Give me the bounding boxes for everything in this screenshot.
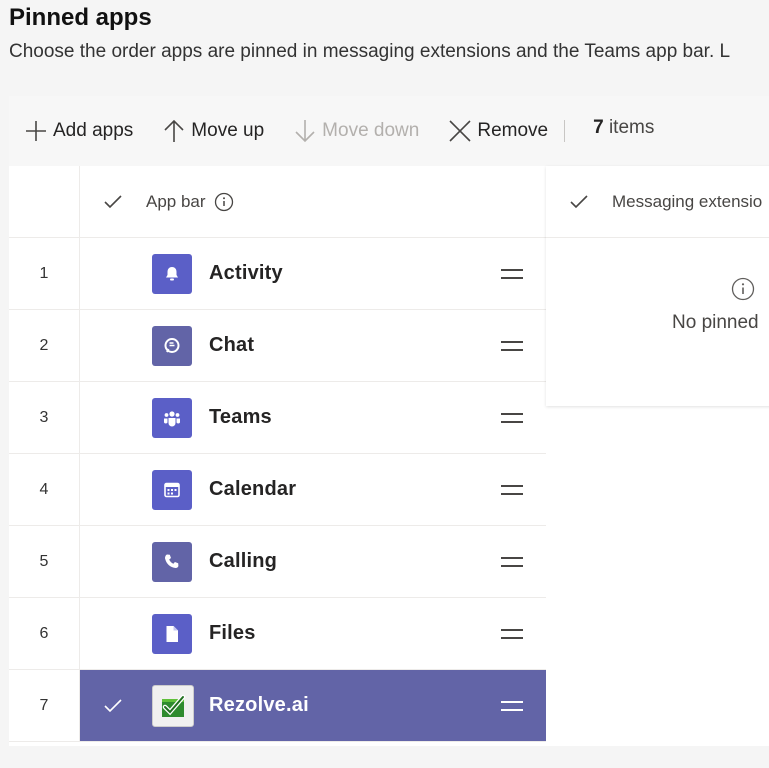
row-order-number: 4 [9, 454, 80, 525]
page-subtitle: Choose the order apps are pinned in mess… [9, 41, 731, 62]
app-bar-header: App bar [9, 166, 546, 238]
row-content[interactable]: Files [80, 598, 546, 669]
drag-handle-icon[interactable] [500, 409, 524, 427]
info-icon[interactable] [214, 192, 234, 212]
info-icon [731, 277, 755, 301]
table-row[interactable]: 4 Calendar [9, 454, 546, 526]
bell-icon [152, 253, 192, 294]
arrow-down-icon [295, 120, 315, 143]
app-name: Files [209, 622, 256, 644]
empty-state-text: No pinned [672, 312, 759, 333]
item-count: 7 items [593, 117, 654, 139]
table-row[interactable]: 6 Files [9, 598, 546, 670]
app-name: Calendar [209, 478, 297, 500]
row-checkmark-icon[interactable] [104, 698, 122, 713]
add-apps-button[interactable]: Add apps [25, 111, 133, 151]
app-name: Chat [209, 334, 255, 356]
app-bar-column-label: App bar [146, 191, 206, 211]
row-content[interactable]: Calling [80, 526, 546, 597]
app-name: Rezolve.ai [209, 694, 309, 716]
app-name: Calling [209, 550, 278, 572]
drag-handle-icon[interactable] [500, 481, 524, 499]
item-count-suffix: items [603, 117, 655, 138]
select-all-checkmark-icon[interactable] [104, 194, 122, 209]
teams-people-icon [152, 397, 192, 438]
move-up-label: Move up [191, 120, 265, 141]
phone-icon [152, 541, 192, 582]
app-bar-column-header[interactable]: App bar [80, 166, 234, 237]
rezolve-logo-icon [152, 684, 194, 727]
remove-button[interactable]: Remove [449, 111, 548, 151]
file-icon [152, 613, 192, 654]
toolbar-divider [564, 120, 566, 142]
calendar-icon [152, 469, 192, 510]
select-all-checkmark-icon[interactable] [570, 194, 588, 209]
row-order-number: 5 [9, 526, 80, 597]
drag-handle-icon[interactable] [500, 337, 524, 355]
app-bar-grid: App bar 1 Activity 2 Chat 3 Teams 4 Cale… [9, 166, 546, 742]
table-row[interactable]: 2 Chat [9, 310, 546, 382]
move-down-button[interactable]: Move down [294, 111, 419, 151]
move-down-label: Move down [322, 120, 420, 141]
order-column-header [9, 166, 80, 237]
row-content[interactable]: Chat [80, 310, 546, 381]
row-order-number: 1 [9, 238, 80, 309]
arrow-up-icon [164, 119, 184, 142]
app-name: Teams [209, 406, 272, 428]
messaging-extensions-panel: Messaging extensio No pinned [546, 166, 769, 406]
toolbar: Add apps Move up Move down Remove 7 item… [9, 96, 769, 167]
table-row[interactable]: 1 Activity [9, 238, 546, 310]
messaging-extensions-header[interactable]: Messaging extensio [546, 166, 769, 238]
row-content[interactable]: Calendar [80, 454, 546, 525]
messaging-extensions-column-label: Messaging extensio [612, 191, 763, 211]
drag-handle-icon[interactable] [500, 697, 524, 715]
page-title: Pinned apps [9, 4, 152, 31]
row-order-number: 2 [9, 310, 80, 381]
table-row[interactable]: 3 Teams [9, 382, 546, 454]
add-apps-label: Add apps [53, 120, 134, 141]
chat-bubble-icon [152, 325, 192, 366]
row-order-number: 6 [9, 598, 80, 669]
app-name: Activity [209, 262, 283, 284]
row-content[interactable]: Activity [80, 238, 546, 309]
drag-handle-icon[interactable] [500, 625, 524, 643]
close-icon [449, 120, 471, 142]
table-row[interactable]: 5 Calling [9, 526, 546, 598]
item-count-number: 7 [593, 117, 604, 138]
table-row-selected[interactable]: 7 Rezolve.ai [9, 670, 546, 742]
plus-icon [26, 121, 46, 141]
row-order-number: 7 [9, 670, 80, 741]
row-content[interactable]: Rezolve.ai [80, 670, 546, 741]
row-order-number: 3 [9, 382, 80, 453]
drag-handle-icon[interactable] [500, 265, 524, 283]
drag-handle-icon[interactable] [500, 553, 524, 571]
remove-label: Remove [477, 120, 549, 141]
row-content[interactable]: Teams [80, 382, 546, 453]
move-up-button[interactable]: Move up [163, 111, 264, 151]
